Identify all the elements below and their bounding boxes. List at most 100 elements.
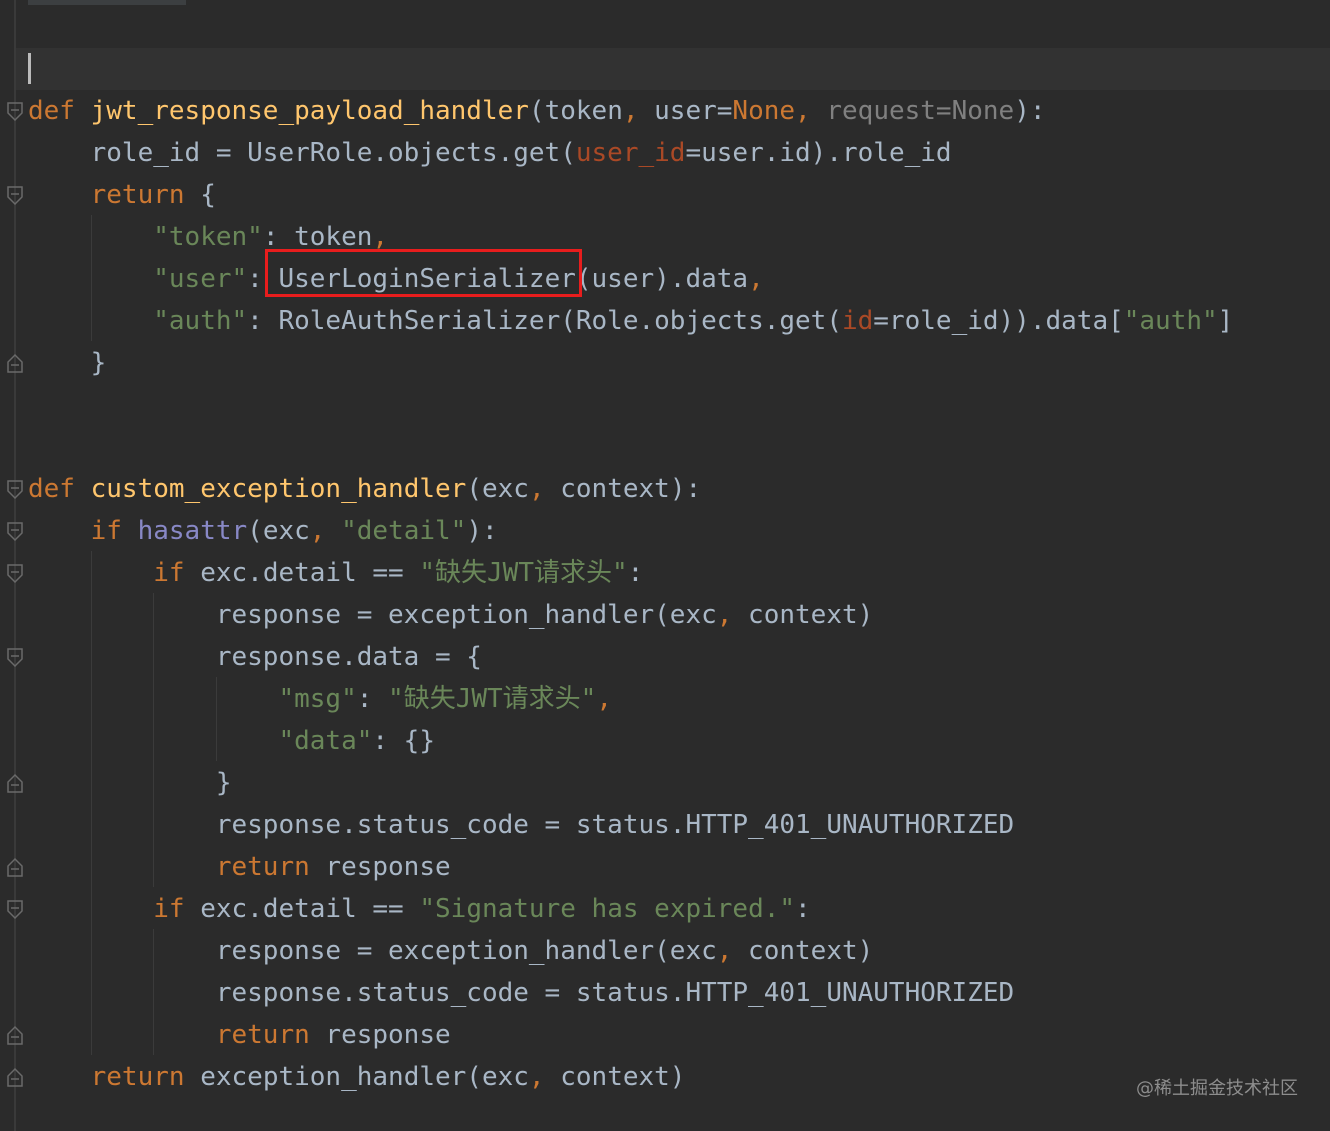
code-line[interactable]: }	[28, 342, 107, 384]
code-token: response.status_code = status.HTTP_401_U…	[28, 810, 1015, 840]
code-line[interactable]: response = exception_handler(exc, contex…	[28, 930, 873, 972]
code-token: ):	[466, 516, 498, 546]
fold-open-icon[interactable]	[6, 185, 24, 207]
code-token: =role_id)).data[	[873, 306, 1124, 336]
code-token: id	[841, 306, 874, 336]
annotation-highlight-box	[265, 249, 582, 297]
code-token: :	[795, 894, 811, 924]
code-token: :	[356, 684, 389, 714]
text-caret	[28, 53, 31, 84]
code-token: ,	[528, 1062, 545, 1092]
code-token: custom_exception_handler	[90, 474, 467, 504]
fold-open-icon[interactable]	[6, 101, 24, 123]
code-line[interactable]: def custom_exception_handler(exc, contex…	[28, 468, 701, 510]
editor-tab-strip[interactable]	[28, 0, 186, 5]
code-token: }	[28, 348, 107, 378]
code-editor[interactable]: def jwt_response_payload_handler(token, …	[0, 0, 1330, 1131]
code-line[interactable]: return exception_handler(exc, context)	[28, 1056, 686, 1098]
code-token: context)	[732, 600, 874, 630]
fold-close-icon[interactable]	[6, 1066, 24, 1088]
code-token: {	[184, 180, 216, 210]
code-token: ):	[1014, 96, 1046, 126]
code-token: exc.detail ==	[184, 894, 420, 924]
code-token: }	[28, 768, 232, 798]
current-line-highlight	[16, 48, 1330, 90]
code-token: response	[309, 852, 451, 882]
code-token: ,	[716, 936, 733, 966]
code-line[interactable]: return {	[28, 174, 216, 216]
code-token: "user"	[153, 264, 248, 294]
code-token: def	[28, 474, 75, 504]
code-token: "auth"	[153, 306, 248, 336]
code-token: ]	[1217, 306, 1234, 336]
code-line[interactable]: role_id = UserRole.objects.get(user_id=u…	[28, 132, 952, 174]
code-token: "Signature has expired."	[419, 894, 796, 924]
code-token: user=	[638, 96, 733, 126]
code-token: None	[732, 96, 796, 126]
code-token: response	[309, 1020, 451, 1050]
fold-open-icon[interactable]	[6, 563, 24, 585]
code-token: :	[627, 558, 644, 588]
code-token: user_id	[575, 138, 686, 168]
fold-open-icon[interactable]	[6, 899, 24, 921]
code-token: return	[90, 180, 185, 210]
code-line[interactable]: "auth": RoleAuthSerializer(Role.objects.…	[28, 300, 1233, 342]
code-line[interactable]: if exc.detail == "缺失JWT请求头":	[28, 552, 643, 594]
code-token: ,	[795, 96, 811, 126]
fold-close-icon[interactable]	[6, 352, 24, 374]
code-token: : RoleAuthSerializer(Role.objects.get(	[247, 306, 842, 336]
code-line[interactable]: "data": {}	[28, 720, 435, 762]
code-line[interactable]: def jwt_response_payload_handler(token, …	[28, 90, 1046, 132]
code-line[interactable]: return response	[28, 846, 451, 888]
code-line[interactable]: return response	[28, 1014, 451, 1056]
code-token: exc.detail ==	[184, 558, 420, 588]
code-line[interactable]: response.data = {	[28, 636, 482, 678]
code-token: if	[153, 558, 185, 588]
code-token: response = exception_handler(exc	[28, 600, 717, 630]
code-token: ,	[528, 474, 545, 504]
code-token: return	[90, 1062, 185, 1092]
code-line[interactable]: if hasattr(exc, "detail"):	[28, 510, 498, 552]
code-token: "data"	[278, 726, 373, 756]
code-token: ,	[748, 264, 764, 294]
code-token: (exc	[466, 474, 529, 504]
code-line[interactable]: response.status_code = status.HTTP_401_U…	[28, 972, 1014, 1014]
code-line[interactable]: response = exception_handler(exc, contex…	[28, 594, 873, 636]
code-token: "token"	[153, 222, 263, 252]
code-token: jwt_response_payload_handler	[90, 96, 529, 126]
code-line[interactable]: response.status_code = status.HTTP_401_U…	[28, 804, 1014, 846]
code-token: if	[90, 516, 122, 546]
fold-close-icon[interactable]	[6, 1024, 24, 1046]
code-token: ,	[716, 600, 733, 630]
fold-open-icon[interactable]	[6, 647, 24, 669]
fold-open-icon[interactable]	[6, 479, 24, 501]
code-token: request=None	[810, 96, 1015, 126]
code-token: ,	[372, 222, 389, 252]
code-token: "msg"	[278, 684, 357, 714]
code-line[interactable]: }	[28, 762, 232, 804]
code-token: return	[215, 1020, 310, 1050]
fold-close-icon[interactable]	[6, 856, 24, 878]
code-line[interactable]: "msg": "缺失JWT请求头",	[28, 678, 612, 720]
code-token: return	[215, 852, 310, 882]
code-token: "缺失JWT请求头"	[388, 684, 597, 714]
code-line[interactable]: if exc.detail == "Signature has expired.…	[28, 888, 811, 930]
code-token: (token	[528, 96, 623, 126]
code-token: ,	[596, 684, 612, 714]
code-token: : token	[262, 222, 373, 252]
fold-close-icon[interactable]	[6, 772, 24, 794]
code-token: response.data = {	[28, 642, 482, 672]
fold-open-icon[interactable]	[6, 521, 24, 543]
